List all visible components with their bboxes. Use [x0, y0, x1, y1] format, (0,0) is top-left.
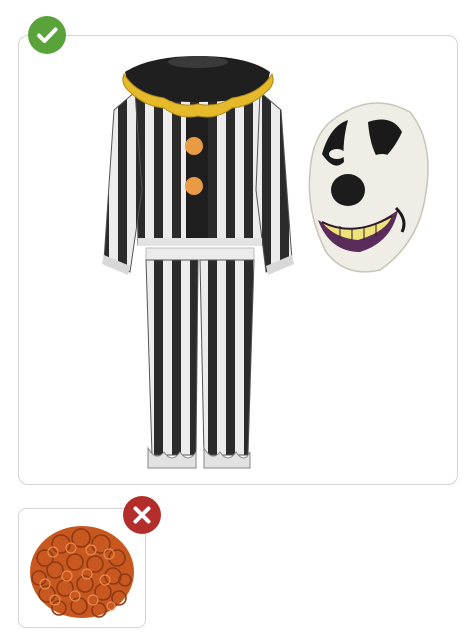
- excluded-cross-badge: [123, 496, 161, 534]
- product-gallery: [0, 0, 475, 642]
- cross-icon: [133, 506, 151, 524]
- clown-mask-image: [308, 102, 429, 273]
- checkmark-icon: [37, 27, 58, 43]
- included-checkmark-badge: [28, 16, 66, 54]
- orange-curly-wig-image: [30, 526, 134, 618]
- striped-clown-costume-image: [102, 56, 294, 469]
